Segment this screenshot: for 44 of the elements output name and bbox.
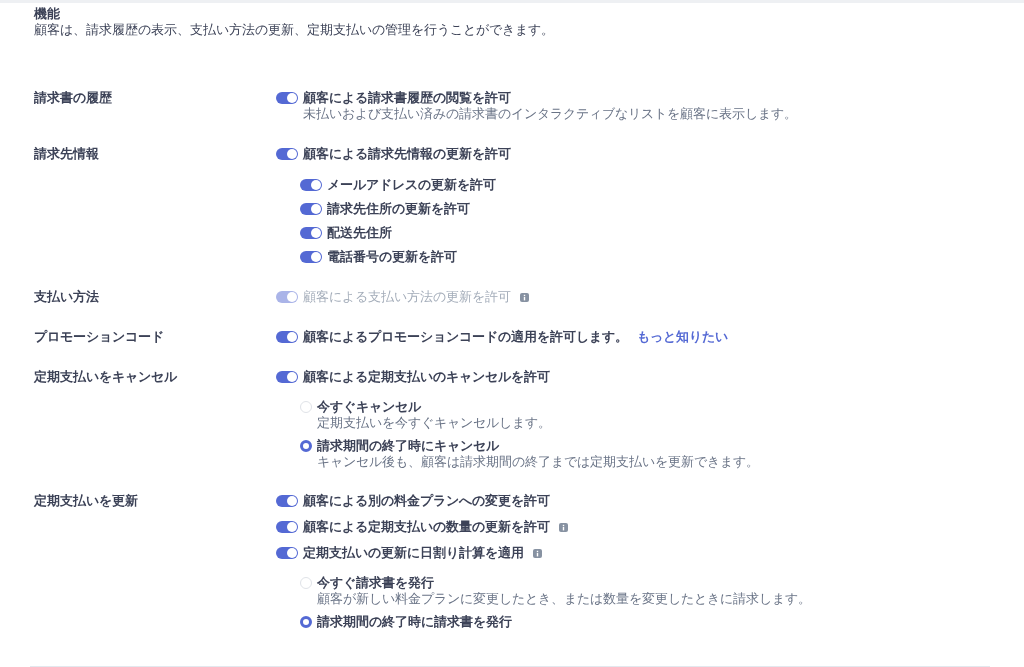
- toggle-label: 請求先住所の更新を許可: [327, 201, 470, 217]
- toggle-switch[interactable]: [276, 148, 298, 160]
- radio-label: 今すぐ請求書を発行: [317, 575, 434, 591]
- setting-label: 支払い方法: [34, 289, 99, 305]
- toggle-switch[interactable]: [300, 251, 322, 263]
- setting-label: 請求書の履歴: [34, 90, 112, 106]
- toggle-switch[interactable]: [276, 92, 298, 104]
- setting-label: プロモーションコード: [34, 329, 164, 345]
- toggle-switch[interactable]: [276, 495, 298, 507]
- toggle-switch[interactable]: [300, 179, 322, 191]
- toggle-switch[interactable]: [300, 203, 322, 215]
- section-title: 機能: [34, 6, 60, 22]
- toggle-label: 顧客による支払い方法の更新を許可: [303, 289, 511, 305]
- toggle-switch[interactable]: [300, 227, 322, 239]
- toggle-label: 電話番号の更新を許可: [327, 249, 457, 265]
- info-icon[interactable]: [559, 522, 568, 532]
- radio-button[interactable]: [300, 440, 312, 452]
- setting-description: 未払いおよび支払い済みの請求書のインタラクティブなリストを顧客に表示します。: [303, 106, 797, 122]
- toggle-switch[interactable]: [276, 371, 298, 383]
- radio-label: 今すぐキャンセル: [317, 399, 421, 415]
- toggle-label: メールアドレスの更新を許可: [327, 177, 496, 193]
- toggle-label: 顧客による定期支払いのキャンセルを許可: [303, 369, 550, 385]
- learn-more-link[interactable]: もっと知りたい: [637, 328, 728, 346]
- radio-label: 請求期間の終了時に請求書を発行: [317, 614, 512, 630]
- setting-label: 定期支払いをキャンセル: [34, 369, 177, 385]
- section-description: 顧客は、請求履歴の表示、支払い方法の更新、定期支払いの管理を行うことができます。: [34, 22, 554, 38]
- radio-label: 請求期間の終了時にキャンセル: [317, 438, 499, 454]
- toggle-switch[interactable]: [276, 547, 298, 559]
- toggle-label: 顧客によるプロモーションコードの適用を許可します。: [303, 329, 628, 345]
- toggle-switch[interactable]: [276, 521, 298, 533]
- setting-label: 定期支払いを更新: [34, 493, 138, 509]
- toggle-switch[interactable]: [276, 331, 298, 343]
- toggle-label: 顧客による請求先情報の更新を許可: [303, 146, 511, 162]
- toggle-label: 顧客による定期支払いの数量の更新を許可: [303, 519, 550, 535]
- toggle-label: 顧客による請求書履歴の閲覧を許可: [303, 90, 511, 106]
- radio-button[interactable]: [300, 616, 312, 628]
- toggle-label: 顧客による別の料金プランへの変更を許可: [303, 493, 550, 509]
- setting-label: 請求先情報: [34, 146, 99, 162]
- toggle-label: 定期支払いの更新に日割り計算を適用: [303, 545, 524, 561]
- radio-description: 顧客が新しい料金プランに変更したとき、または数量を変更したときに請求します。: [317, 591, 811, 606]
- info-icon[interactable]: [533, 548, 542, 558]
- radio-description: 定期支払いを今すぐキャンセルします。: [317, 415, 551, 430]
- radio-description: キャンセル後も、顧客は請求期間の終了までは定期支払いを更新できます。: [317, 454, 759, 469]
- toggle-label: 配送先住所: [327, 225, 392, 241]
